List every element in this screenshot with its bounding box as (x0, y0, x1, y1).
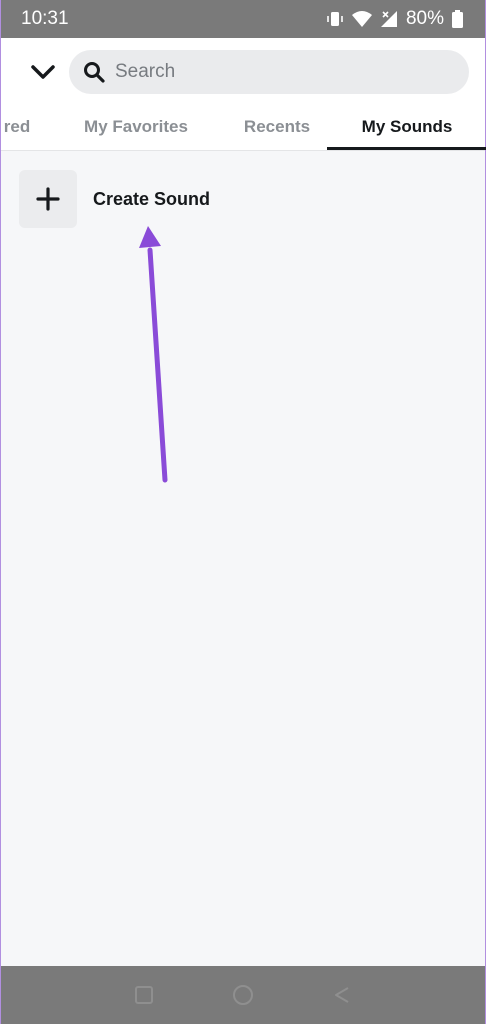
battery-icon (452, 10, 463, 28)
tab-my-favorites[interactable]: My Favorites (71, 104, 201, 150)
back-triangle-icon[interactable] (332, 985, 352, 1005)
plus-icon (19, 170, 77, 228)
tab-label: red (3, 117, 31, 136)
create-sound-button[interactable]: Create Sound (19, 170, 210, 228)
search-icon (84, 62, 105, 83)
sounds-list: Create Sound (1, 150, 485, 966)
create-sound-label: Create Sound (93, 188, 211, 209)
home-circle-icon[interactable] (232, 984, 254, 1006)
search-input[interactable]: Search (69, 50, 469, 94)
system-nav-bar (1, 966, 485, 1024)
header: Search (1, 38, 485, 104)
recents-square-icon[interactable] (134, 985, 154, 1005)
status-time: 10:31 (21, 8, 69, 29)
search-placeholder: Search (115, 61, 176, 82)
battery-percent: 80% (405, 8, 444, 29)
wifi-icon (351, 11, 372, 27)
tab-bar: red My Favorites Recents My Sounds (0, 104, 486, 151)
tab-recents[interactable]: Recents (227, 104, 327, 150)
annotation-arrow (139, 226, 168, 483)
tab-my-sounds[interactable]: My Sounds (327, 104, 486, 150)
vibrate-icon (327, 12, 343, 26)
signal-icon (380, 11, 397, 27)
status-bar: 10:31 80% (1, 0, 485, 38)
tab-label: Recents (243, 117, 311, 136)
tab-label: My Favorites (84, 117, 188, 136)
tab-label: My Sounds (361, 117, 453, 136)
chevron-down-icon[interactable] (29, 60, 57, 84)
tab-featured[interactable]: red (0, 104, 35, 150)
status-icons: 80% (326, 8, 463, 30)
